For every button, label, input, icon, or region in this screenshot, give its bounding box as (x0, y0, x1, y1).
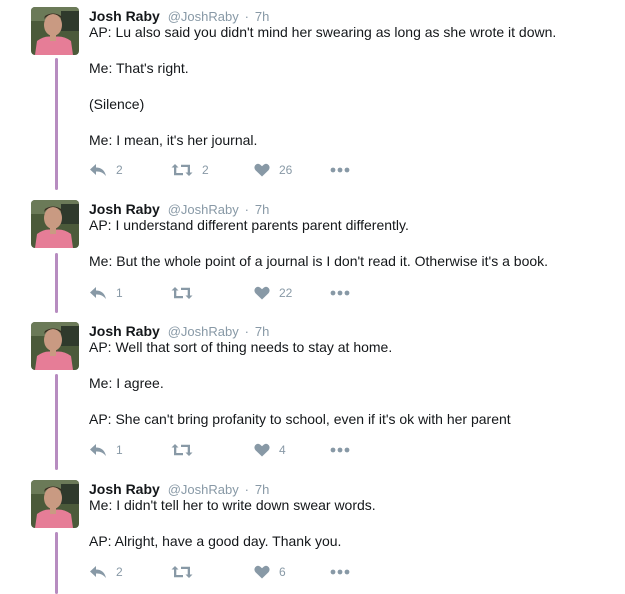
tweet-line: Me: I mean, it's her journal. (89, 132, 258, 148)
more-button[interactable] (330, 162, 350, 178)
author-name[interactable]: Josh Raby (89, 8, 160, 24)
retweet-icon (171, 443, 193, 457)
heart-icon (254, 565, 270, 579)
tweet-line: Me: I agree. (89, 375, 164, 391)
retweet-button[interactable] (171, 442, 202, 458)
separator: · (244, 324, 249, 339)
reply-count: 2 (116, 163, 123, 177)
tweet-line: (Silence) (89, 96, 145, 112)
more-button[interactable] (330, 285, 350, 301)
reply-count: 1 (116, 443, 123, 457)
author-name[interactable]: Josh Raby (89, 481, 160, 497)
author-handle[interactable]: @JoshRaby (168, 9, 239, 24)
thread-line (55, 532, 58, 594)
tweet-text: Me: I didn't tell her to write down swea… (89, 496, 609, 550)
separator: · (244, 482, 249, 497)
more-button[interactable] (330, 442, 350, 458)
retweet-count: 2 (202, 163, 209, 177)
like-count: 26 (279, 163, 293, 177)
avatar[interactable] (31, 480, 79, 528)
timestamp[interactable]: 7h (255, 202, 269, 217)
timestamp[interactable]: 7h (255, 482, 269, 497)
tweet-line: Me: That's right. (89, 60, 189, 76)
author-handle[interactable]: @JoshRaby (168, 324, 239, 339)
reply-button[interactable]: 2 (89, 162, 123, 178)
more-dots-icon (330, 290, 350, 296)
tweet-line: Me: But the whole point of a journal is … (89, 253, 549, 269)
like-count: 6 (279, 565, 286, 579)
separator: · (244, 202, 249, 217)
heart-icon (254, 286, 270, 300)
retweet-icon (171, 286, 193, 300)
heart-icon (254, 443, 270, 457)
tweet-text: AP: Lu also said you didn't mind her swe… (89, 23, 609, 149)
author-handle[interactable]: @JoshRaby (168, 202, 239, 217)
tweet-line: AP: Alright, have a good day. Thank you. (89, 533, 342, 549)
retweet-button[interactable] (171, 285, 202, 301)
author-name[interactable]: Josh Raby (89, 323, 160, 339)
retweet-icon (171, 565, 193, 579)
avatar[interactable] (31, 322, 79, 370)
more-dots-icon (330, 167, 350, 173)
like-button[interactable]: 26 (254, 162, 292, 178)
timestamp[interactable]: 7h (255, 324, 269, 339)
reply-icon (89, 565, 107, 579)
reply-count: 2 (116, 565, 123, 579)
like-button[interactable]: 4 (254, 442, 286, 458)
reply-count: 1 (116, 286, 123, 300)
heart-icon (254, 163, 270, 177)
more-dots-icon (330, 447, 350, 453)
separator: · (244, 9, 249, 24)
like-count: 4 (279, 443, 286, 457)
tweet-line: Me: I didn't tell her to write down swea… (89, 497, 376, 513)
tweet-text: AP: I understand different parents paren… (89, 216, 609, 270)
tweet-text: AP: Well that sort of thing needs to sta… (89, 338, 609, 428)
tweet-line: AP: Lu also said you didn't mind her swe… (89, 24, 557, 40)
author-handle[interactable]: @JoshRaby (168, 482, 239, 497)
tweet-line: AP: She can't bring profanity to school,… (89, 411, 511, 427)
reply-icon (89, 443, 107, 457)
like-button[interactable]: 22 (254, 285, 292, 301)
timestamp[interactable]: 7h (255, 9, 269, 24)
reply-button[interactable]: 1 (89, 285, 123, 301)
reply-button[interactable]: 1 (89, 442, 123, 458)
like-count: 22 (279, 286, 293, 300)
tweet-line: AP: I understand different parents paren… (89, 217, 409, 233)
retweet-icon (171, 163, 193, 177)
more-button[interactable] (330, 564, 350, 580)
thread-line (55, 374, 58, 470)
author-name[interactable]: Josh Raby (89, 201, 160, 217)
thread-line (55, 253, 58, 313)
tweet-line: AP: Well that sort of thing needs to sta… (89, 339, 393, 355)
reply-icon (89, 163, 107, 177)
like-button[interactable]: 6 (254, 564, 286, 580)
reply-icon (89, 286, 107, 300)
retweet-button[interactable] (171, 564, 202, 580)
avatar[interactable] (31, 7, 79, 55)
thread-line (55, 58, 58, 190)
avatar[interactable] (31, 200, 79, 248)
more-dots-icon (330, 569, 350, 575)
reply-button[interactable]: 2 (89, 564, 123, 580)
retweet-button[interactable]: 2 (171, 162, 209, 178)
